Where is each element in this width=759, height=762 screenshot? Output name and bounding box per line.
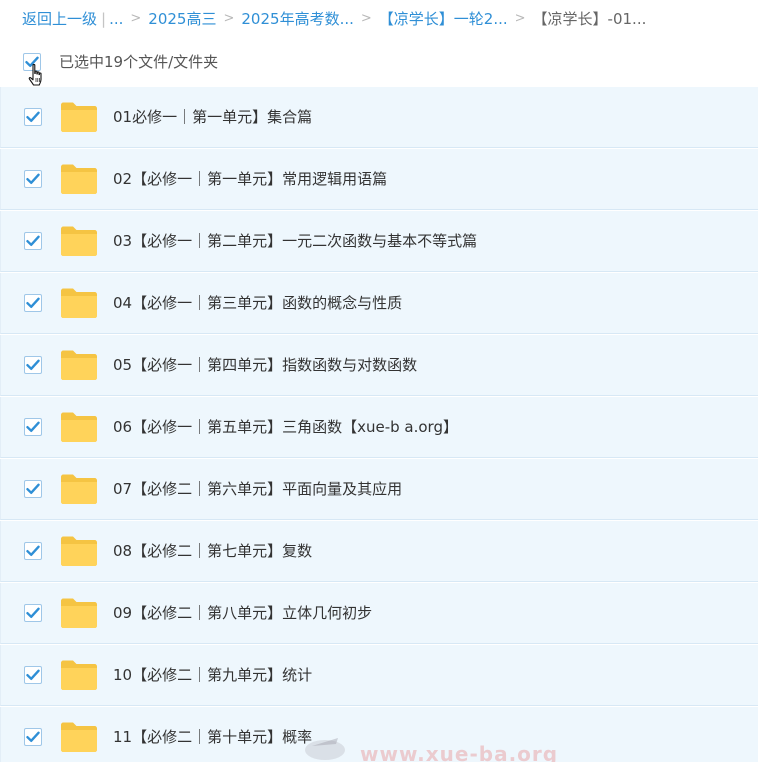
- file-row[interactable]: 03【必修一｜第二单元】一元二次函数与基本不等式篇: [0, 211, 758, 272]
- breadcrumb-ellipsis[interactable]: ...: [109, 8, 123, 30]
- folder-icon: [61, 102, 97, 132]
- checkmark-icon: [26, 669, 40, 680]
- row-checkbox[interactable]: [24, 108, 42, 126]
- checkmark-icon: [26, 607, 40, 618]
- hand-pointer-icon: [28, 63, 42, 86]
- selection-summary: 已选中19个文件/文件夹: [59, 53, 219, 71]
- file-row[interactable]: 06【必修一｜第五单元】三角函数【xue-b a.org】: [0, 397, 758, 458]
- checkmark-icon: [26, 235, 40, 246]
- checkmark-icon: [26, 731, 40, 742]
- folder-icon: [61, 660, 97, 690]
- checkmark-icon: [26, 483, 40, 494]
- row-checkbox[interactable]: [24, 294, 42, 312]
- chevron-right-icon: >: [360, 11, 372, 26]
- file-name: 01必修一｜第一单元】集合篇: [113, 108, 313, 126]
- row-checkbox[interactable]: [24, 542, 42, 560]
- row-checkbox[interactable]: [24, 232, 42, 250]
- row-checkbox[interactable]: [24, 418, 42, 436]
- file-row[interactable]: 05【必修一｜第四单元】指数函数与对数函数: [0, 335, 758, 396]
- chevron-right-icon: >: [514, 11, 526, 26]
- file-row[interactable]: 08【必修二｜第七单元】复数: [0, 521, 758, 582]
- watermark-logo-icon: [305, 738, 345, 760]
- row-checkbox[interactable]: [24, 480, 42, 498]
- folder-icon: [61, 288, 97, 318]
- file-row[interactable]: 04【必修一｜第三单元】函数的概念与性质: [0, 273, 758, 334]
- row-checkbox[interactable]: [24, 356, 42, 374]
- checkmark-icon: [26, 173, 40, 184]
- row-checkbox[interactable]: [24, 604, 42, 622]
- file-row[interactable]: 07【必修二｜第六单元】平面向量及其应用: [0, 459, 758, 520]
- file-list: 01必修一｜第一单元】集合篇 02【必修一｜第一单元】常用逻辑用语篇 03【必修一｜…: [0, 87, 759, 762]
- folder-icon: [61, 164, 97, 194]
- breadcrumb-divider: |: [101, 10, 107, 28]
- folder-icon: [61, 412, 97, 442]
- file-name: 10【必修二｜第九单元】统计: [113, 666, 313, 684]
- file-name: 07【必修二｜第六单元】平面向量及其应用: [113, 480, 403, 498]
- breadcrumb-item-3[interactable]: 【凉学长】一轮2...: [379, 8, 508, 30]
- chevron-right-icon: >: [223, 11, 235, 26]
- file-name: 05【必修一｜第四单元】指数函数与对数函数: [113, 356, 418, 374]
- folder-icon: [61, 350, 97, 380]
- watermark-text: www.xue-ba.org: [360, 742, 559, 762]
- checkmark-icon: [26, 111, 40, 122]
- checkmark-icon: [26, 297, 40, 308]
- checkmark-icon: [26, 359, 40, 370]
- file-row[interactable]: 01必修一｜第一单元】集合篇: [0, 87, 758, 148]
- file-name: 09【必修二｜第八单元】立体几何初步: [113, 604, 373, 622]
- breadcrumb-item-2[interactable]: 2025年高考数...: [241, 8, 353, 30]
- folder-icon: [61, 226, 97, 256]
- folder-icon: [61, 474, 97, 504]
- folder-icon: [61, 598, 97, 628]
- file-name: 04【必修一｜第三单元】函数的概念与性质: [113, 294, 403, 312]
- chevron-right-icon: >: [130, 11, 142, 26]
- file-name: 06【必修一｜第五单元】三角函数【xue-b a.org】: [113, 418, 458, 436]
- file-browser: 返回上一级 | ... > 2025高三 > 2025年高考数... > 【凉学…: [0, 0, 759, 762]
- checkmark-icon: [26, 421, 40, 432]
- breadcrumb: 返回上一级 | ... > 2025高三 > 2025年高考数... > 【凉学…: [22, 8, 646, 30]
- row-checkbox[interactable]: [24, 728, 42, 746]
- checkmark-icon: [26, 545, 40, 556]
- file-name: 02【必修一｜第一单元】常用逻辑用语篇: [113, 170, 388, 188]
- breadcrumb-item-1[interactable]: 2025高三: [148, 8, 216, 30]
- folder-icon: [61, 722, 97, 752]
- file-name: 03【必修一｜第二单元】一元二次函数与基本不等式篇: [113, 232, 478, 250]
- file-name: 11【必修二｜第十单元】概率: [113, 728, 313, 746]
- row-checkbox[interactable]: [24, 170, 42, 188]
- back-link[interactable]: 返回上一级: [22, 8, 97, 30]
- breadcrumb-current: 【凉学长】-01...: [532, 10, 647, 28]
- file-row[interactable]: 09【必修二｜第八单元】立体几何初步: [0, 583, 758, 644]
- file-row[interactable]: 10【必修二｜第九单元】统计: [0, 645, 758, 706]
- folder-icon: [61, 536, 97, 566]
- row-checkbox[interactable]: [24, 666, 42, 684]
- file-row[interactable]: 02【必修一｜第一单元】常用逻辑用语篇: [0, 149, 758, 210]
- file-name: 08【必修二｜第七单元】复数: [113, 542, 313, 560]
